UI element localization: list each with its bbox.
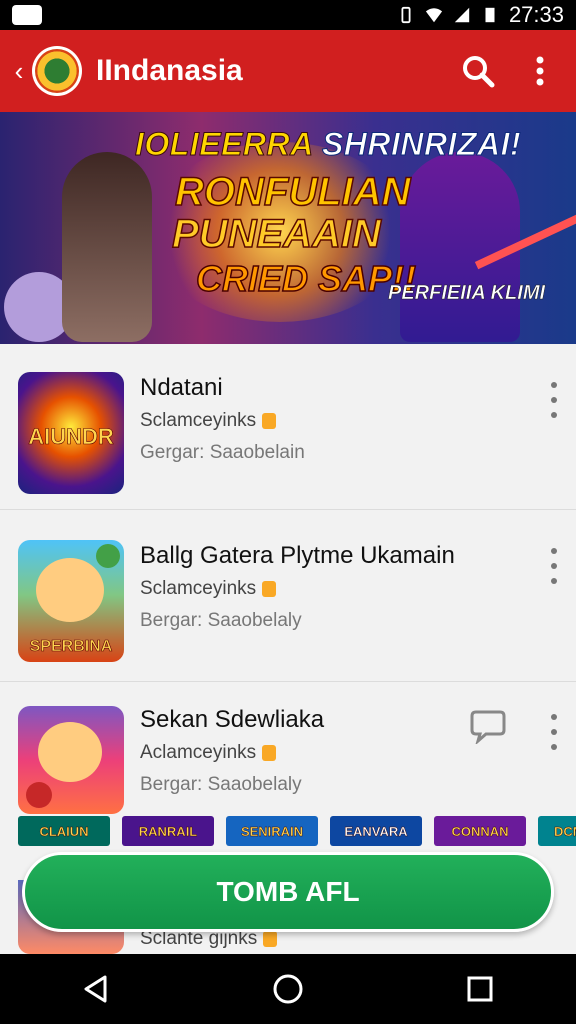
item-meta: Bergar: Saaobelaly	[140, 774, 302, 795]
item-more-button[interactable]	[544, 382, 564, 418]
banner-line-1-white: SHRINRIZAI!	[321, 126, 522, 163]
item-more-button[interactable]	[544, 714, 564, 750]
badge-icon	[262, 580, 277, 597]
chat-bubble-icon[interactable]	[468, 708, 508, 744]
back-arrow-icon[interactable]: ‹	[10, 56, 28, 86]
strip-tile[interactable]: CLAIUN	[18, 816, 110, 846]
item-title: Ballg Gatera Plytme Ukamain	[140, 542, 455, 569]
game-thumbnail	[18, 706, 124, 814]
bonus-icon	[96, 544, 120, 568]
battery-icon	[485, 7, 495, 23]
item-title: Ndatani	[140, 374, 223, 401]
thumbnail-label: SPERBINA	[29, 638, 113, 656]
strip-tile[interactable]: SENIRAIN	[226, 816, 318, 846]
coin-icon	[26, 782, 52, 808]
game-thumbnail: AIUNDR	[18, 372, 124, 494]
back-triangle-icon	[84, 975, 107, 1003]
status-bar: 27:33	[0, 0, 576, 30]
primary-action-button[interactable]: TOMB AFL	[22, 852, 554, 932]
character-face	[38, 722, 102, 782]
badge-icon	[262, 744, 277, 761]
wifi-icon	[425, 8, 443, 23]
nav-back-button[interactable]	[76, 969, 116, 1009]
hero-character	[62, 152, 152, 342]
search-button[interactable]	[458, 51, 498, 91]
item-meta: Bergar: Saaobelaly	[140, 610, 302, 631]
item-subtitle-text: Aclamceyinks	[140, 742, 257, 763]
vibrate-icon	[401, 6, 411, 24]
item-subtitle-text: Sclamceyinks	[140, 578, 257, 599]
system-nav-bar	[0, 954, 576, 1024]
item-subtitle-text: Sclamceyinks	[140, 410, 257, 431]
item-subtitle: Sclamceyinks	[140, 410, 277, 432]
badge-icon	[262, 412, 277, 429]
nav-recents-button[interactable]	[460, 969, 500, 1009]
banner-line-1-yellow: IOLIEERRA	[135, 126, 313, 163]
search-icon	[463, 56, 495, 88]
list-item[interactable]: AIUNDR Ndatani Sclamceyinks Gergar: Saao…	[0, 344, 576, 510]
strip-tile[interactable]: EANVARA	[330, 816, 422, 846]
item-subtitle: Sclamceyinks	[140, 578, 277, 600]
nav-home-button[interactable]	[268, 969, 308, 1009]
banner-line-4: CRIED SAP!!	[195, 257, 417, 300]
status-time: 27:33	[508, 2, 564, 27]
warrior-character	[400, 152, 520, 342]
more-vert-icon	[536, 56, 544, 86]
banner-line-3: PUNEAAIN	[171, 211, 381, 257]
character-face	[36, 558, 104, 622]
notification-app-icon	[12, 5, 42, 25]
strip-tile[interactable]: RANRAIL	[122, 816, 214, 846]
item-more-button[interactable]	[544, 548, 564, 584]
app-bar: ‹ IIndanasia	[0, 30, 576, 112]
item-title: Sekan Sdewliaka	[140, 706, 325, 733]
page-title: IIndanasia	[96, 54, 243, 87]
badge-icon	[263, 930, 278, 947]
item-subtitle: Aclamceyinks	[140, 742, 277, 764]
banner-line-2: RONFULIAN	[174, 169, 411, 215]
promo-banner[interactable]: IOLIEERRA SHRINRIZAI! RONFULIAN PUNEAAIN…	[0, 112, 576, 344]
thumbnail-strip: CLAIUN RANRAIL SENIRAIN EANVARA CONNAN D…	[18, 816, 576, 846]
banner-line-1: IOLIEERRA SHRINRIZAI!	[135, 126, 522, 163]
more-options-button[interactable]	[520, 51, 560, 91]
strip-tile[interactable]: CONNAN	[434, 816, 526, 846]
game-thumbnail: SPERBINA	[18, 540, 124, 662]
signal-icon	[454, 7, 470, 23]
item-meta: Gergar: Saaobelain	[140, 442, 305, 463]
app-logo[interactable]	[32, 46, 82, 96]
banner-line-5: PERFIEIIA KLIMI	[388, 282, 546, 305]
thumbnail-label: AIUNDR	[28, 424, 114, 450]
strip-tile[interactable]: DCMRIAL	[538, 816, 576, 846]
recents-square-icon	[467, 976, 493, 1002]
home-circle-icon	[273, 974, 303, 1004]
list-item[interactable]: SPERBINA Ballg Gatera Plytme Ukamain Scl…	[0, 516, 576, 682]
